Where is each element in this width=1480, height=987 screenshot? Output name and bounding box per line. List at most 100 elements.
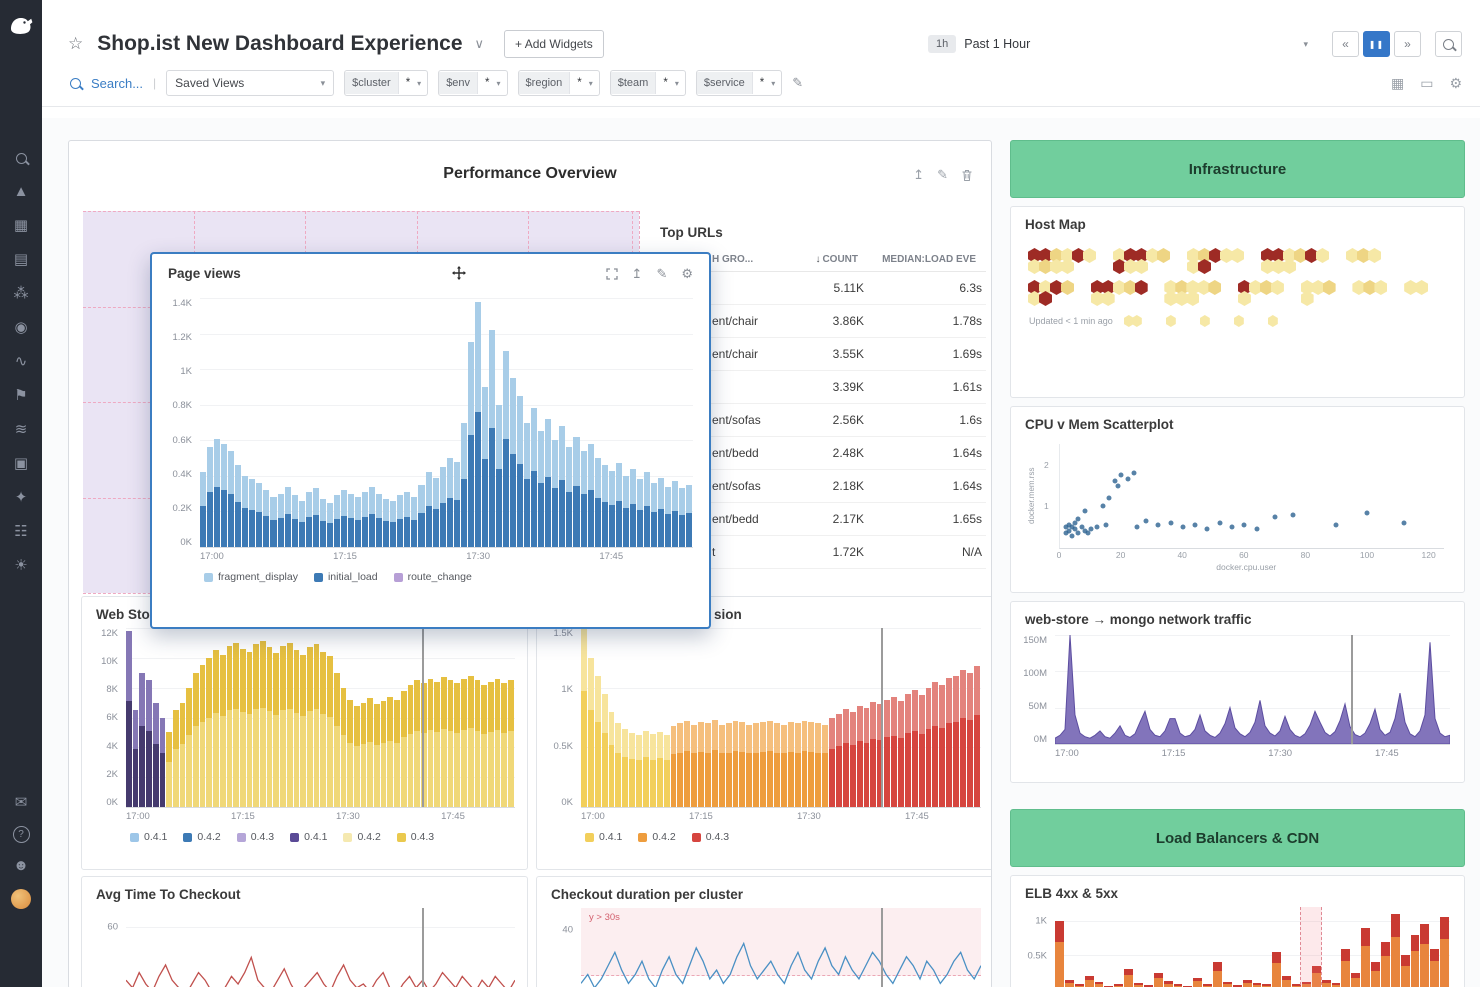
y-axis-labels: 6040	[84, 908, 124, 987]
export-icon[interactable]: ↥	[913, 167, 924, 183]
scatter-point	[1134, 525, 1139, 530]
favorite-star-icon[interactable]: ☆	[68, 34, 83, 54]
users-icon[interactable]: ☻	[13, 858, 29, 874]
legend-item[interactable]: 0.4.2	[343, 831, 380, 843]
screenboard-grid-icon[interactable]: ▦	[1391, 75, 1404, 92]
search-button[interactable]	[1435, 31, 1462, 57]
host-group[interactable]	[1114, 250, 1172, 272]
export-icon[interactable]: ↥	[632, 266, 643, 282]
template-var-env[interactable]: $env*▾	[438, 70, 507, 96]
host-group[interactable]	[1092, 282, 1150, 304]
bar	[644, 472, 650, 547]
edit-variables-pencil-icon[interactable]: ✎	[792, 75, 803, 91]
processes-icon[interactable]: ⁂	[14, 286, 29, 302]
logs-icon[interactable]: ≋	[15, 422, 28, 438]
legend-item[interactable]: 0.4.1	[585, 831, 622, 843]
host-group[interactable]	[1165, 282, 1223, 304]
template-var-team[interactable]: $team*▾	[610, 70, 686, 96]
scatter-point	[1180, 525, 1185, 530]
legend-item[interactable]: 0.4.3	[692, 831, 729, 843]
page-views-widget-dragging[interactable]: Page views ↥ ✎ ⚙ 1.4K1.2K1K0.8K0.6K0.4K0…	[150, 252, 711, 629]
template-var-cluster[interactable]: $cluster*▾	[344, 70, 428, 96]
host-group[interactable]	[1262, 250, 1331, 272]
watchdog-icon[interactable]: ☀	[14, 558, 27, 574]
time-back-button[interactable]: «	[1332, 31, 1359, 57]
legend-item[interactable]: initial_load	[314, 571, 378, 583]
monitors-icon[interactable]: ◉	[14, 320, 27, 336]
edit-pencil-icon[interactable]: ✎	[656, 266, 667, 282]
hover-cursor-line	[1351, 635, 1353, 744]
dashboard-search-input[interactable]: Search...	[91, 76, 143, 91]
help-icon[interactable]: ?	[13, 826, 30, 843]
time-range-dropdown[interactable]: 1h Past 1 Hour ▾	[928, 35, 1308, 53]
time-forward-button[interactable]: »	[1394, 31, 1421, 57]
edit-pencil-icon[interactable]: ✎	[937, 167, 948, 183]
bar	[719, 725, 725, 807]
bar	[1134, 983, 1143, 987]
host-group[interactable]	[1235, 317, 1243, 325]
infrastructure-icon[interactable]: ▲	[14, 184, 29, 200]
apm-icon[interactable]: ∿	[15, 354, 28, 370]
bar	[1322, 980, 1331, 987]
legend-item[interactable]: 0.4.3	[397, 831, 434, 843]
user-avatar-icon[interactable]	[11, 889, 31, 909]
column-count[interactable]: ↓COUNT	[780, 254, 858, 265]
widget-title: ELB 4xx & 5xx	[1011, 876, 1464, 905]
notebooks-icon[interactable]: ▣	[14, 456, 28, 472]
host-group[interactable]	[1201, 317, 1209, 325]
dashboards-icon[interactable]: ▦	[14, 218, 28, 234]
fullscreen-icon[interactable]	[606, 268, 618, 280]
settings-gear-icon[interactable]: ⚙	[681, 266, 693, 282]
chat-icon[interactable]: ✉	[15, 795, 28, 811]
chart-plot[interactable]	[126, 628, 515, 808]
chart-plot[interactable]	[1055, 907, 1450, 987]
chart-plot[interactable]	[126, 908, 515, 987]
template-var-service[interactable]: $service*▾	[696, 70, 782, 96]
legend-item[interactable]: 0.4.3	[237, 831, 274, 843]
synthetics-icon[interactable]: ☷	[14, 524, 27, 540]
host-group[interactable]	[1302, 282, 1338, 304]
bar	[260, 641, 266, 807]
host-group[interactable]	[1188, 250, 1246, 272]
chevron-down-icon[interactable]: ∨	[475, 36, 485, 52]
column-median[interactable]: MEDIAN:LOAD EVE	[858, 254, 980, 265]
legend-item[interactable]: route_change	[394, 571, 472, 583]
legend-item[interactable]: 0.4.1	[290, 831, 327, 843]
chart-plot[interactable]	[200, 298, 693, 548]
load-balancers-group-header[interactable]: Load Balancers & CDN	[1010, 809, 1465, 867]
bar	[531, 408, 537, 547]
legend-item[interactable]: fragment_display	[204, 571, 298, 583]
search-icon[interactable]	[16, 150, 27, 166]
bar	[394, 700, 400, 807]
host-group[interactable]	[1405, 282, 1430, 293]
host-group[interactable]	[1167, 317, 1175, 325]
legend-item[interactable]: 0.4.2	[183, 831, 220, 843]
chart-plot[interactable]	[1055, 635, 1450, 745]
saved-views-dropdown[interactable]: Saved Views ▾	[166, 70, 334, 96]
infrastructure-group-header[interactable]: Infrastructure	[1010, 140, 1465, 198]
hex-row	[1029, 282, 1446, 304]
legend-item[interactable]: 0.4.1	[130, 831, 167, 843]
integrations-icon[interactable]: ⚑	[14, 388, 27, 404]
datadog-logo-icon[interactable]	[7, 10, 35, 38]
host-group[interactable]	[1353, 282, 1389, 293]
host-group[interactable]	[1029, 282, 1076, 304]
move-cursor-icon[interactable]	[452, 266, 466, 280]
add-widgets-button[interactable]: + Add Widgets	[504, 30, 604, 58]
host-group[interactable]	[1029, 250, 1098, 272]
settings-gear-icon[interactable]: ⚙	[1449, 75, 1462, 92]
tv-mode-icon[interactable]: ▭	[1420, 75, 1433, 92]
chart-plot[interactable]	[581, 628, 981, 808]
security-icon[interactable]: ✦	[15, 490, 28, 506]
host-group[interactable]	[1125, 317, 1141, 325]
pause-button[interactable]: ❚❚	[1363, 31, 1390, 57]
host-group[interactable]	[1347, 250, 1383, 261]
chart-plot[interactable]: y > 30s	[581, 908, 981, 987]
host-map-icon[interactable]: ▤	[14, 252, 28, 268]
trash-icon[interactable]	[961, 169, 973, 182]
host-group[interactable]	[1269, 317, 1277, 325]
legend-item[interactable]: 0.4.2	[638, 831, 675, 843]
template-var-region[interactable]: $region*▾	[518, 70, 600, 96]
host-group[interactable]	[1239, 282, 1286, 304]
chart-plot[interactable]: 21	[1059, 444, 1444, 549]
